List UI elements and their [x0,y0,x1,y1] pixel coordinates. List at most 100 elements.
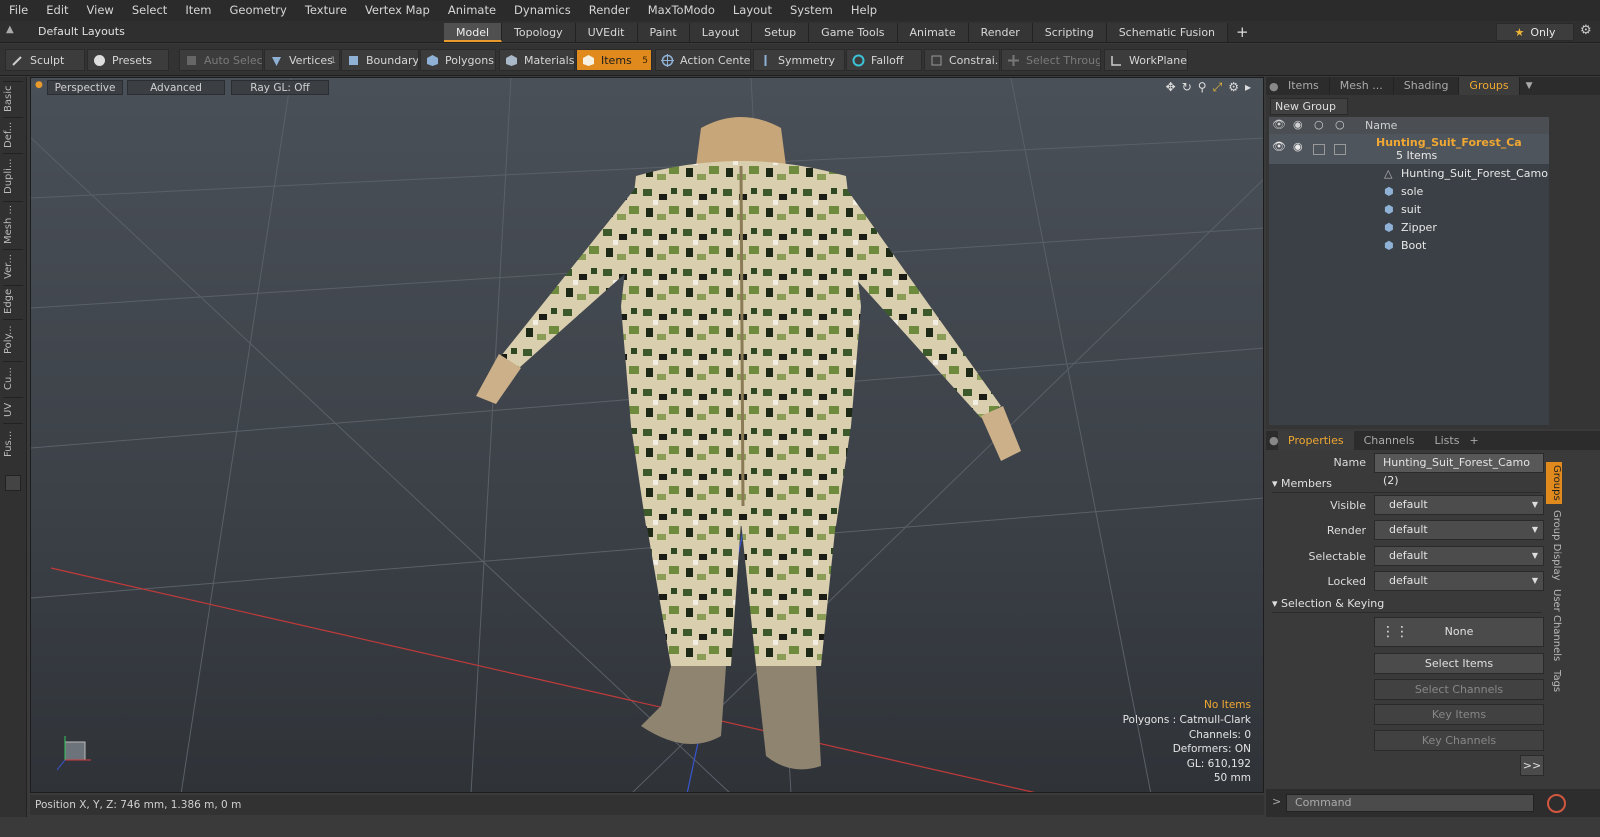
tab-curve[interactable]: Cu... [3,361,23,395]
render-toggle-icon[interactable]: ◉ [1293,138,1303,155]
tab-polygon[interactable]: Poly... [3,319,23,359]
lock-toggle[interactable] [1313,144,1325,155]
select-toggle[interactable] [1334,144,1346,155]
menu-file[interactable]: File [0,0,37,21]
symmetry-button[interactable]: Symmetry [753,49,845,71]
visibility-col-icon[interactable]: 👁 [1272,118,1286,131]
none-button[interactable]: ⋮⋮ None [1374,617,1544,647]
tree-item-suit[interactable]: ⬢ suit [1269,201,1549,218]
polygons-button[interactable]: Polygons [420,49,496,71]
tab-channels[interactable]: Channels [1354,431,1425,450]
tab-topology[interactable]: Topology [502,23,576,42]
tab-mesh[interactable]: Mesh ... [3,201,23,247]
tab-vertex[interactable]: Ver... [3,249,23,283]
menu-edit[interactable]: Edit [37,0,77,21]
home-icon[interactable]: ▲ [6,24,14,35]
select-col-icon[interactable]: ○ [1335,118,1345,131]
auto-select-button[interactable]: Auto Select [179,49,263,71]
key-items-button[interactable]: Key Items [1374,704,1544,725]
tree-item-locator[interactable]: △ Hunting_Suit_Forest_Camo [1269,165,1549,182]
items-button[interactable]: Items 5 [576,49,652,71]
menu-item[interactable]: Item [176,0,220,21]
zoom-icon[interactable]: ⚲ [1198,80,1207,95]
panel-menu-icon[interactable]: ● [1266,80,1279,93]
panel-menu-icon[interactable]: ● [1266,434,1279,447]
members-section[interactable]: ▾ Members [1272,475,1542,493]
tab-groups[interactable]: Groups [1459,77,1520,95]
menu-animate[interactable]: Animate [439,0,505,21]
boundary-button[interactable]: Boundary [341,49,419,71]
viewport-menu-icon[interactable]: ● [35,80,43,90]
tab-game-tools[interactable]: Game Tools [809,23,898,42]
side-tab-groups[interactable]: Groups [1546,462,1562,504]
record-icon[interactable] [1547,794,1566,813]
layout-dropdown[interactable]: Default Layouts ▾ [22,23,132,56]
select-channels-button[interactable]: Select Channels [1374,679,1544,700]
perspective-dropdown[interactable]: Perspective [47,80,123,95]
gear-icon[interactable]: ⚙ [1580,23,1592,38]
3d-viewport[interactable]: ● Perspective Advanced Ray GL: Off ✥ ↻ ⚲… [30,77,1264,793]
constraints-button[interactable]: Constrai... [924,49,1000,71]
name-field[interactable]: Hunting_Suit_Forest_Camo (2) [1374,453,1544,487]
tab-setup[interactable]: Setup [752,23,810,42]
menu-select[interactable]: Select [123,0,176,21]
visible-select[interactable]: default ▼ [1374,495,1544,515]
pan-icon[interactable]: ✥ [1166,80,1176,95]
side-tab-tags[interactable]: Tags [1546,666,1562,696]
tab-model[interactable]: Model [444,23,503,42]
advanced-dropdown[interactable]: Advanced [127,80,225,95]
vertices-button[interactable]: Vertices 1 [264,49,340,71]
action-center-button[interactable]: Action Center [655,49,751,71]
select-items-button[interactable]: Select Items [1374,653,1544,674]
tab-mesh[interactable]: Mesh ... [1330,77,1394,95]
group-row[interactable]: 👁 ◉ Hunting_Suit_Forest_Ca 5 Items [1269,134,1549,164]
tab-duplicate[interactable]: Dupli... [3,153,23,199]
menu-texture[interactable]: Texture [296,0,356,21]
render-col-icon[interactable]: ◉ [1293,118,1303,131]
more-button[interactable]: >> [1520,755,1544,776]
menu-view[interactable]: View [78,0,123,21]
add-tab-icon[interactable]: + [1469,434,1478,447]
locked-select[interactable]: default ▼ [1374,571,1544,591]
fit-icon[interactable]: ⤢ [1213,80,1223,95]
tree-item-zipper[interactable]: ⬢ Zipper [1269,219,1549,236]
rotate-icon[interactable]: ↻ [1182,80,1192,95]
new-group-button[interactable]: New Group [1270,98,1348,115]
tab-basic[interactable]: Basic [3,81,23,115]
only-button[interactable]: ★ Only [1496,23,1574,41]
side-tab-user-channels[interactable]: User Channels [1546,586,1562,664]
tab-uvedit[interactable]: UVEdit [575,23,638,42]
tab-items[interactable]: Items [1278,77,1330,95]
tab-edge[interactable]: Edge [3,285,23,317]
menu-help[interactable]: Help [842,0,886,21]
tab-uv[interactable]: UV [3,397,23,421]
tab-shading[interactable]: Shading [1394,77,1460,95]
viewport-gear-icon[interactable]: ⚙ [1228,80,1239,95]
tabs-dropdown-icon[interactable]: ▼ [1526,81,1533,91]
tab-properties[interactable]: Properties [1278,431,1354,450]
materials-button[interactable]: Materials [499,49,575,71]
tab-animate[interactable]: Animate [897,23,969,42]
tab-lists[interactable]: Lists [1425,431,1470,450]
tree-item-boot[interactable]: ⬢ Boot [1269,237,1549,254]
side-tab-group-display[interactable]: Group Display [1546,506,1562,584]
menu-system[interactable]: System [781,0,842,21]
tab-scripting[interactable]: Scripting [1032,23,1107,42]
key-channels-button[interactable]: Key Channels [1374,730,1544,751]
tab-schematic-fusion[interactable]: Schematic Fusion [1106,23,1229,42]
workplane-button[interactable]: WorkPlane [1104,49,1188,71]
menu-vertex-map[interactable]: Vertex Map [356,0,439,21]
tab-render[interactable]: Render [968,23,1033,42]
tab-paint[interactable]: Paint [637,23,690,42]
select-through-button[interactable]: Select Through [1001,49,1101,71]
menu-maxtomodo[interactable]: MaxToModo [639,0,724,21]
tab-layout[interactable]: Layout [689,23,753,42]
selectable-select[interactable]: default ▼ [1374,546,1544,566]
selection-keying-section[interactable]: ▾ Selection & Keying [1272,595,1542,613]
presets-button[interactable]: Presets [87,49,169,71]
render-select[interactable]: default ▼ [1374,520,1544,540]
add-tab-icon[interactable]: + [1228,23,1257,42]
tree-item-sole[interactable]: ⬢ sole [1269,183,1549,200]
visibility-toggle-icon[interactable]: 👁 [1272,138,1286,155]
command-input[interactable]: Command [1286,794,1534,812]
